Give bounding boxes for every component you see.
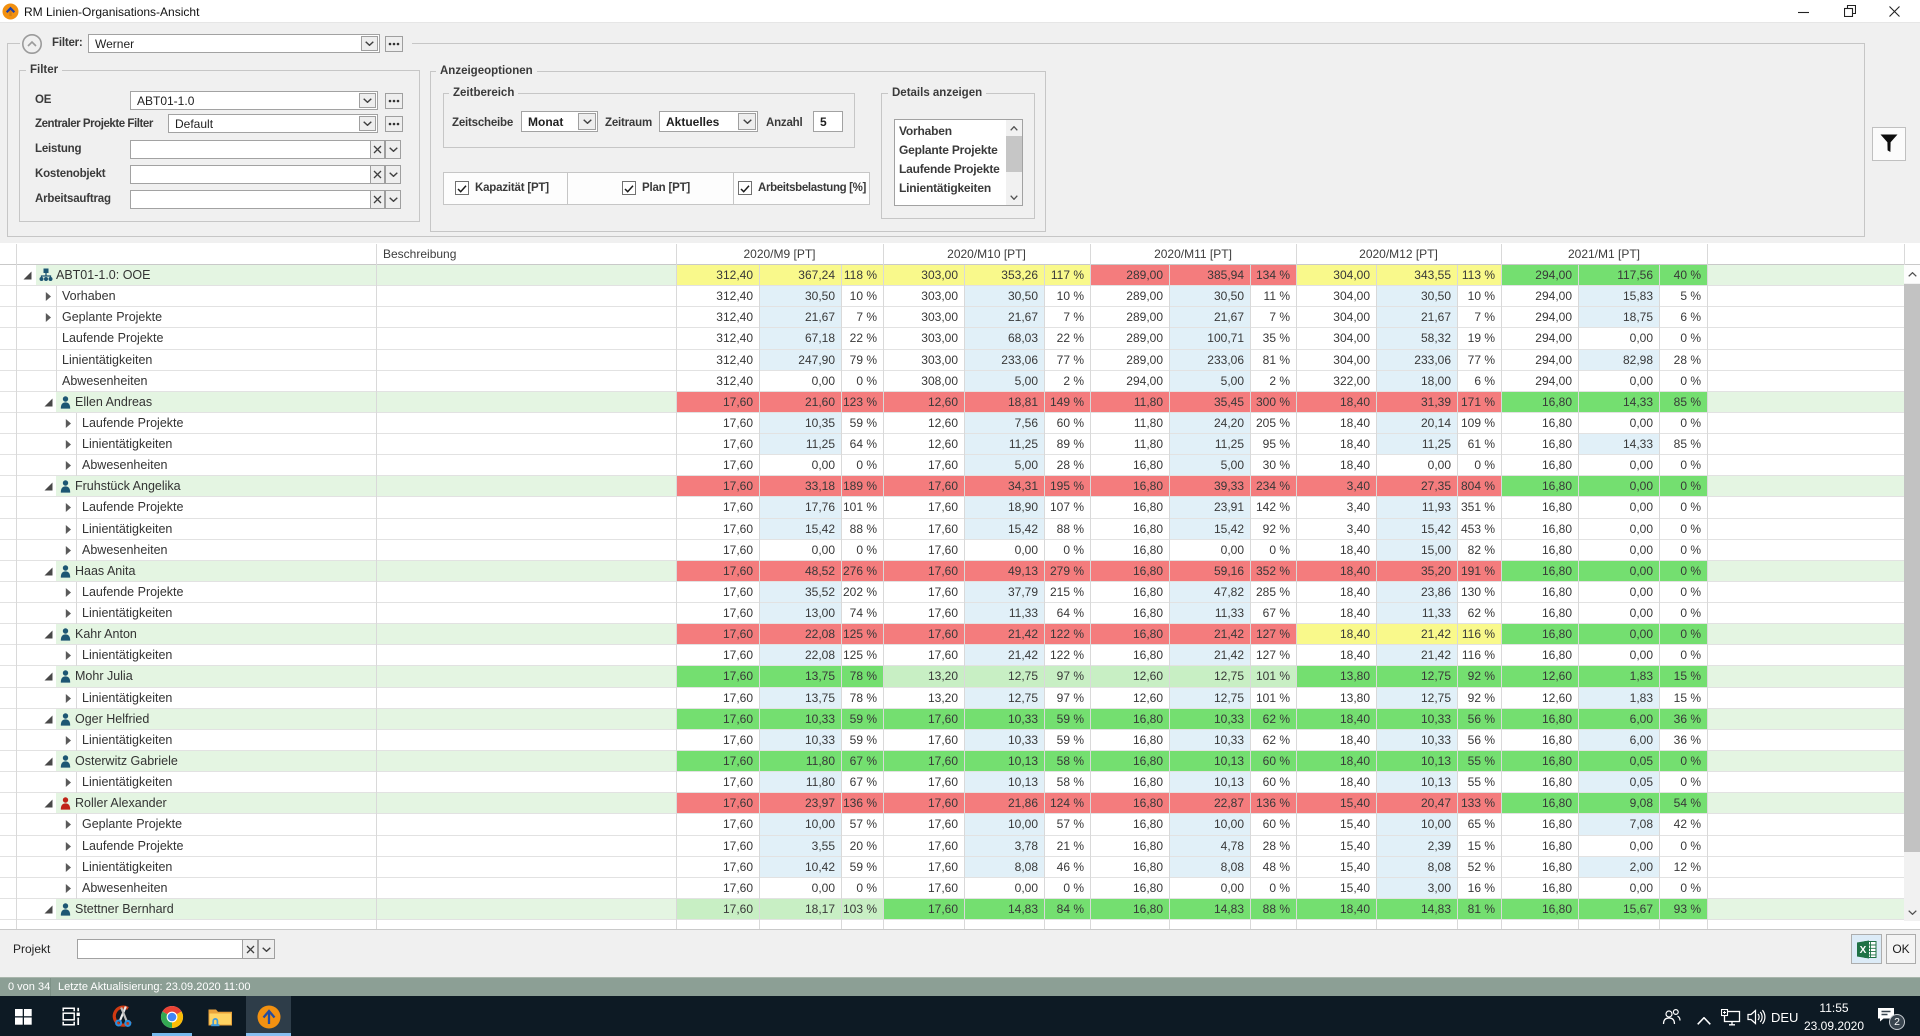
svg-text:X: X — [1860, 945, 1867, 956]
